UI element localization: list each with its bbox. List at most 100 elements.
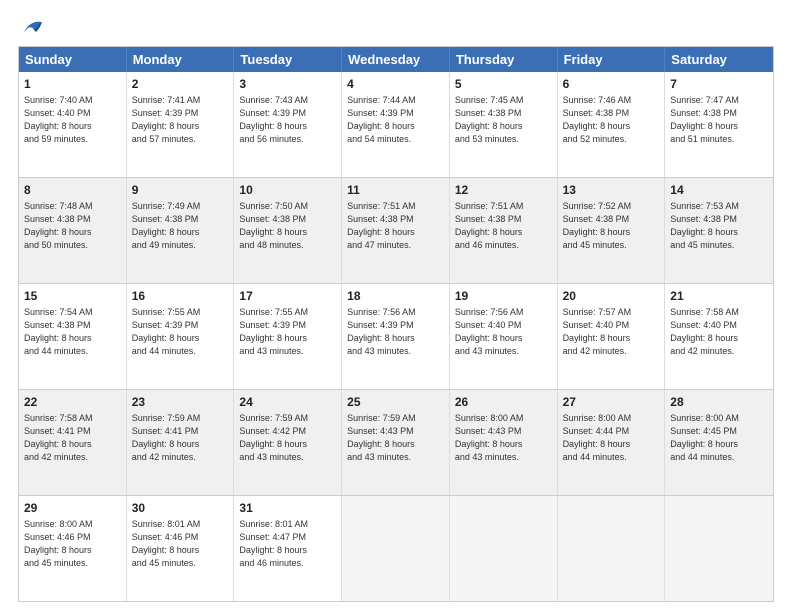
calendar-cell: 12Sunrise: 7:51 AMSunset: 4:38 PMDayligh… (450, 178, 558, 283)
calendar-cell: 19Sunrise: 7:56 AMSunset: 4:40 PMDayligh… (450, 284, 558, 389)
day-number: 8 (24, 182, 121, 199)
calendar-cell: 4Sunrise: 7:44 AMSunset: 4:39 PMDaylight… (342, 72, 450, 177)
header-day-thursday: Thursday (450, 47, 558, 72)
calendar-cell (558, 496, 666, 601)
day-number: 2 (132, 76, 229, 93)
cell-info: Sunrise: 7:47 AMSunset: 4:38 PMDaylight:… (670, 94, 768, 146)
day-number: 17 (239, 288, 336, 305)
header-day-saturday: Saturday (665, 47, 773, 72)
calendar-cell: 11Sunrise: 7:51 AMSunset: 4:38 PMDayligh… (342, 178, 450, 283)
calendar-cell: 6Sunrise: 7:46 AMSunset: 4:38 PMDaylight… (558, 72, 666, 177)
day-number: 28 (670, 394, 768, 411)
header-day-tuesday: Tuesday (234, 47, 342, 72)
cell-info: Sunrise: 8:01 AMSunset: 4:46 PMDaylight:… (132, 518, 229, 570)
day-number: 10 (239, 182, 336, 199)
cell-info: Sunrise: 7:57 AMSunset: 4:40 PMDaylight:… (563, 306, 660, 358)
day-number: 7 (670, 76, 768, 93)
calendar-row-2: 8Sunrise: 7:48 AMSunset: 4:38 PMDaylight… (19, 177, 773, 283)
cell-info: Sunrise: 7:40 AMSunset: 4:40 PMDaylight:… (24, 94, 121, 146)
calendar-cell: 24Sunrise: 7:59 AMSunset: 4:42 PMDayligh… (234, 390, 342, 495)
day-number: 19 (455, 288, 552, 305)
cell-info: Sunrise: 8:00 AMSunset: 4:45 PMDaylight:… (670, 412, 768, 464)
calendar-body: 1Sunrise: 7:40 AMSunset: 4:40 PMDaylight… (19, 72, 773, 601)
cell-info: Sunrise: 7:48 AMSunset: 4:38 PMDaylight:… (24, 200, 121, 252)
header-day-friday: Friday (558, 47, 666, 72)
cell-info: Sunrise: 7:44 AMSunset: 4:39 PMDaylight:… (347, 94, 444, 146)
calendar-cell: 5Sunrise: 7:45 AMSunset: 4:38 PMDaylight… (450, 72, 558, 177)
calendar-cell: 21Sunrise: 7:58 AMSunset: 4:40 PMDayligh… (665, 284, 773, 389)
calendar-cell: 18Sunrise: 7:56 AMSunset: 4:39 PMDayligh… (342, 284, 450, 389)
logo (18, 18, 46, 36)
day-number: 30 (132, 500, 229, 517)
day-number: 26 (455, 394, 552, 411)
day-number: 24 (239, 394, 336, 411)
calendar-cell: 28Sunrise: 8:00 AMSunset: 4:45 PMDayligh… (665, 390, 773, 495)
cell-info: Sunrise: 7:50 AMSunset: 4:38 PMDaylight:… (239, 200, 336, 252)
cell-info: Sunrise: 7:55 AMSunset: 4:39 PMDaylight:… (239, 306, 336, 358)
calendar-cell: 22Sunrise: 7:58 AMSunset: 4:41 PMDayligh… (19, 390, 127, 495)
day-number: 20 (563, 288, 660, 305)
day-number: 3 (239, 76, 336, 93)
calendar-cell (342, 496, 450, 601)
day-number: 14 (670, 182, 768, 199)
day-number: 1 (24, 76, 121, 93)
cell-info: Sunrise: 8:01 AMSunset: 4:47 PMDaylight:… (239, 518, 336, 570)
calendar-cell: 16Sunrise: 7:55 AMSunset: 4:39 PMDayligh… (127, 284, 235, 389)
day-number: 31 (239, 500, 336, 517)
day-number: 18 (347, 288, 444, 305)
calendar-cell: 27Sunrise: 8:00 AMSunset: 4:44 PMDayligh… (558, 390, 666, 495)
cell-info: Sunrise: 7:46 AMSunset: 4:38 PMDaylight:… (563, 94, 660, 146)
cell-info: Sunrise: 8:00 AMSunset: 4:44 PMDaylight:… (563, 412, 660, 464)
calendar-cell: 2Sunrise: 7:41 AMSunset: 4:39 PMDaylight… (127, 72, 235, 177)
calendar-cell (665, 496, 773, 601)
cell-info: Sunrise: 7:43 AMSunset: 4:39 PMDaylight:… (239, 94, 336, 146)
calendar-cell: 3Sunrise: 7:43 AMSunset: 4:39 PMDaylight… (234, 72, 342, 177)
cell-info: Sunrise: 8:00 AMSunset: 4:43 PMDaylight:… (455, 412, 552, 464)
calendar: SundayMondayTuesdayWednesdayThursdayFrid… (18, 46, 774, 602)
day-number: 29 (24, 500, 121, 517)
calendar-cell: 15Sunrise: 7:54 AMSunset: 4:38 PMDayligh… (19, 284, 127, 389)
calendar-cell: 7Sunrise: 7:47 AMSunset: 4:38 PMDaylight… (665, 72, 773, 177)
day-number: 11 (347, 182, 444, 199)
cell-info: Sunrise: 7:53 AMSunset: 4:38 PMDaylight:… (670, 200, 768, 252)
calendar-cell: 1Sunrise: 7:40 AMSunset: 4:40 PMDaylight… (19, 72, 127, 177)
calendar-row-1: 1Sunrise: 7:40 AMSunset: 4:40 PMDaylight… (19, 72, 773, 177)
calendar-cell: 29Sunrise: 8:00 AMSunset: 4:46 PMDayligh… (19, 496, 127, 601)
day-number: 13 (563, 182, 660, 199)
header-day-sunday: Sunday (19, 47, 127, 72)
cell-info: Sunrise: 8:00 AMSunset: 4:46 PMDaylight:… (24, 518, 121, 570)
header (18, 18, 774, 36)
calendar-cell: 8Sunrise: 7:48 AMSunset: 4:38 PMDaylight… (19, 178, 127, 283)
day-number: 6 (563, 76, 660, 93)
calendar-cell: 13Sunrise: 7:52 AMSunset: 4:38 PMDayligh… (558, 178, 666, 283)
calendar-cell: 23Sunrise: 7:59 AMSunset: 4:41 PMDayligh… (127, 390, 235, 495)
page: SundayMondayTuesdayWednesdayThursdayFrid… (0, 0, 792, 612)
cell-info: Sunrise: 7:45 AMSunset: 4:38 PMDaylight:… (455, 94, 552, 146)
calendar-header: SundayMondayTuesdayWednesdayThursdayFrid… (19, 47, 773, 72)
header-day-monday: Monday (127, 47, 235, 72)
calendar-cell: 10Sunrise: 7:50 AMSunset: 4:38 PMDayligh… (234, 178, 342, 283)
cell-info: Sunrise: 7:51 AMSunset: 4:38 PMDaylight:… (455, 200, 552, 252)
day-number: 25 (347, 394, 444, 411)
calendar-cell: 26Sunrise: 8:00 AMSunset: 4:43 PMDayligh… (450, 390, 558, 495)
cell-info: Sunrise: 7:51 AMSunset: 4:38 PMDaylight:… (347, 200, 444, 252)
day-number: 21 (670, 288, 768, 305)
cell-info: Sunrise: 7:59 AMSunset: 4:42 PMDaylight:… (239, 412, 336, 464)
calendar-cell: 31Sunrise: 8:01 AMSunset: 4:47 PMDayligh… (234, 496, 342, 601)
day-number: 4 (347, 76, 444, 93)
cell-info: Sunrise: 7:59 AMSunset: 4:43 PMDaylight:… (347, 412, 444, 464)
day-number: 23 (132, 394, 229, 411)
cell-info: Sunrise: 7:55 AMSunset: 4:39 PMDaylight:… (132, 306, 229, 358)
cell-info: Sunrise: 7:49 AMSunset: 4:38 PMDaylight:… (132, 200, 229, 252)
day-number: 27 (563, 394, 660, 411)
day-number: 16 (132, 288, 229, 305)
logo-bird-icon (22, 18, 44, 36)
cell-info: Sunrise: 7:56 AMSunset: 4:39 PMDaylight:… (347, 306, 444, 358)
cell-info: Sunrise: 7:58 AMSunset: 4:41 PMDaylight:… (24, 412, 121, 464)
calendar-cell: 25Sunrise: 7:59 AMSunset: 4:43 PMDayligh… (342, 390, 450, 495)
calendar-cell (450, 496, 558, 601)
calendar-cell: 9Sunrise: 7:49 AMSunset: 4:38 PMDaylight… (127, 178, 235, 283)
day-number: 12 (455, 182, 552, 199)
cell-info: Sunrise: 7:58 AMSunset: 4:40 PMDaylight:… (670, 306, 768, 358)
calendar-row-5: 29Sunrise: 8:00 AMSunset: 4:46 PMDayligh… (19, 495, 773, 601)
